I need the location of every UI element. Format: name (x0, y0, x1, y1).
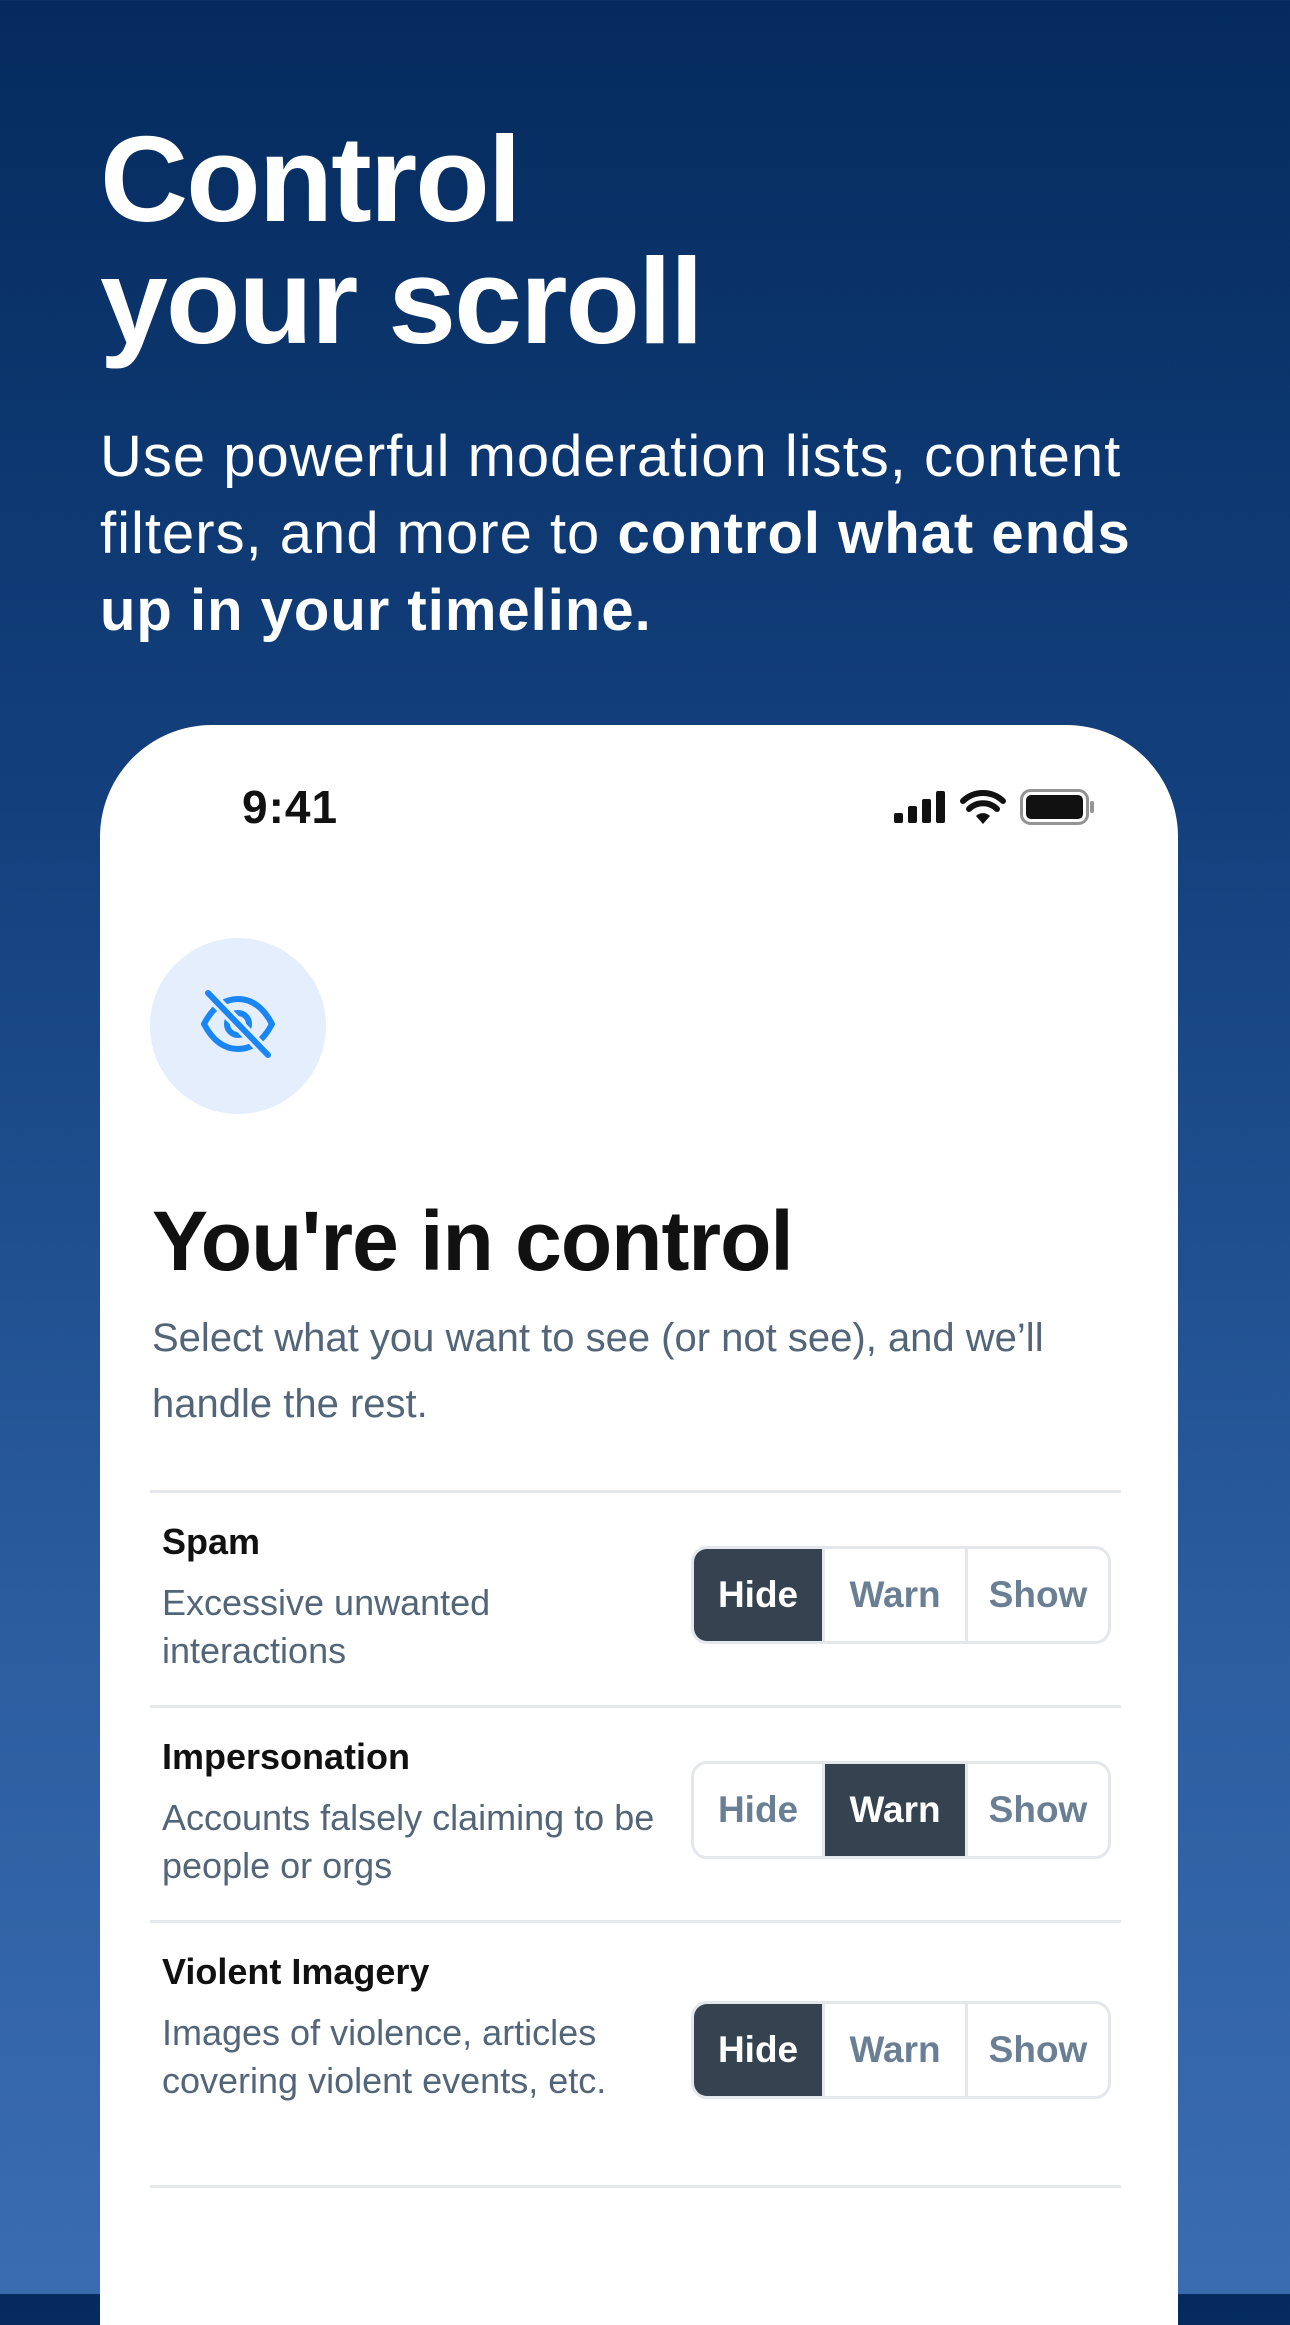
violent-imagery-hide-option[interactable]: Hide (694, 2004, 823, 2096)
row-label: Violent Imagery (162, 1951, 430, 1992)
spam-show-option[interactable]: Show (965, 1549, 1108, 1641)
impersonation-warn-option[interactable]: Warn (822, 1764, 966, 1856)
spam-segmented-control: Hide Warn Show (691, 1546, 1111, 1644)
moderation-row-spam: Spam Excessive unwanted interactions Hid… (150, 1493, 1121, 1708)
hero-subtitle: Use powerful moderation lists, content f… (100, 418, 1220, 649)
violent-imagery-show-option[interactable]: Show (965, 2004, 1108, 2096)
spam-hide-option[interactable]: Hide (694, 1549, 823, 1641)
spam-warn-option[interactable]: Warn (822, 1549, 965, 1641)
row-label: Spam (162, 1521, 261, 1562)
eye-slash-icon-container (150, 938, 326, 1114)
impersonation-hide-option[interactable]: Hide (694, 1764, 822, 1856)
hero-title: Control your scroll (100, 111, 704, 369)
violent-imagery-segmented-control: Hide Warn Show (691, 2001, 1111, 2099)
moderation-list: Spam Excessive unwanted interactions Hid… (150, 1490, 1121, 2188)
eye-slash-icon (200, 986, 276, 1064)
row-description: Accounts falsely claiming to be people o… (162, 1797, 655, 1886)
phone-screen: 9:41 You're in control Select what you w… (100, 725, 1178, 2325)
hero-title-line2: your scroll (100, 233, 704, 369)
row-description: Excessive unwanted interactions (162, 1582, 491, 1671)
moderation-row-impersonation: Impersonation Accounts falsely claiming … (150, 1708, 1121, 1923)
wifi-icon (960, 790, 1006, 824)
status-time: 9:41 (242, 781, 339, 833)
violent-imagery-warn-option[interactable]: Warn (822, 2004, 965, 2096)
card-description: Select what you want to see (or not see)… (152, 1316, 1044, 1426)
row-label: Impersonation (162, 1736, 411, 1777)
impersonation-show-option[interactable]: Show (965, 1764, 1108, 1856)
card-title: You're in control (152, 1194, 794, 1288)
moderation-row-violent-imagery: Violent Imagery Images of violence, arti… (150, 1923, 1121, 2188)
impersonation-segmented-control: Hide Warn Show (691, 1761, 1111, 1859)
status-icons (894, 787, 1096, 827)
hero-title-line1: Control (100, 111, 522, 247)
battery-icon (1020, 789, 1096, 825)
cellular-signal-icon (894, 791, 946, 823)
row-description: Images of violence, articles covering vi… (162, 2012, 607, 2101)
